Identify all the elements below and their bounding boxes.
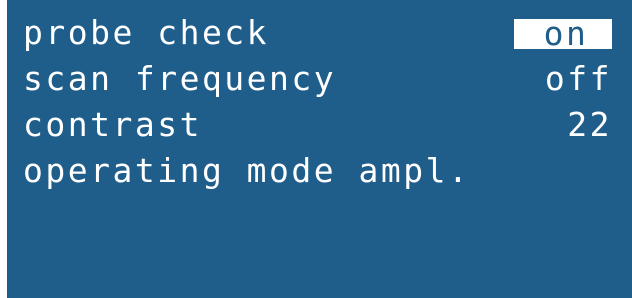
menu-item-value[interactable]: 22 [567, 104, 612, 146]
menu-row-probe-check[interactable]: probe check on [23, 12, 612, 54]
menu-item-label: scan frequency [23, 59, 337, 98]
menu-item-value[interactable]: off [545, 58, 612, 100]
menu-row-contrast[interactable]: contrast 22 [23, 104, 612, 146]
menu-item-label: contrast [23, 105, 202, 144]
menu-item-label: probe check [23, 13, 270, 52]
menu-item-label: operating mode ampl. [23, 151, 471, 190]
menu-row-scan-frequency[interactable]: scan frequency off [23, 58, 612, 100]
menu-row-operating-mode[interactable]: operating mode ampl. [23, 150, 612, 192]
menu-item-value-selected[interactable]: on [514, 17, 612, 50]
lcd-menu-screen: probe check on scan frequency off contra… [7, 0, 632, 298]
